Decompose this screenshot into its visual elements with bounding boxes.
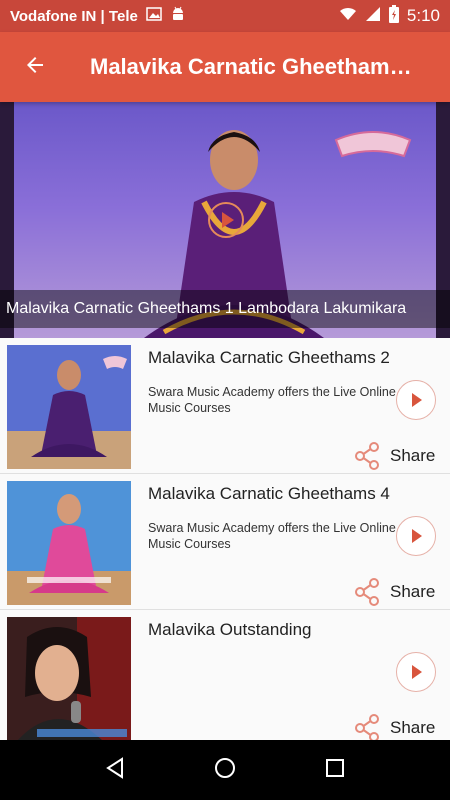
- share-icon: [355, 442, 379, 470]
- status-bar: Vodafone IN | Tele 5:10: [0, 0, 450, 32]
- nav-recents-button[interactable]: [323, 756, 347, 785]
- share-label: Share: [390, 446, 436, 465]
- signal-icon: [365, 6, 381, 27]
- featured-caption: Malavika Carnatic Gheethams 1 Lambodara …: [0, 290, 450, 328]
- play-button[interactable]: [396, 652, 436, 692]
- play-icon: [412, 393, 422, 407]
- page-title: Malavika Carnatic Gheethams 1 Lambodara …: [90, 54, 420, 79]
- back-arrow-icon: [23, 53, 47, 82]
- android-icon: [170, 6, 186, 26]
- play-icon: [208, 202, 244, 238]
- share-label: Share: [390, 718, 436, 737]
- carrier-name: Vodafone IN | Tele: [10, 7, 138, 25]
- video-thumbnail: [7, 481, 131, 605]
- share-button[interactable]: Share: [354, 578, 435, 606]
- share-button[interactable]: Share: [354, 442, 435, 470]
- share-icon: [355, 714, 379, 740]
- circle-home-icon: [215, 757, 235, 778]
- play-icon: [412, 665, 422, 679]
- nav-home-button[interactable]: [213, 756, 237, 785]
- play-button[interactable]: [396, 380, 436, 420]
- video-title: Malavika Carnatic Gheethams 4: [148, 484, 390, 503]
- featured-video[interactable]: Malavika Carnatic Gheethams 1 Lambodara …: [0, 102, 450, 338]
- video-list: Malavika Carnatic Gheethams 2 Swara Musi…: [0, 338, 450, 740]
- back-button[interactable]: [0, 32, 70, 102]
- video-title: Malavika Outstanding: [148, 620, 312, 639]
- share-icon: [355, 578, 379, 606]
- battery-icon: [388, 4, 399, 28]
- app-bar: Malavika Carnatic Gheethams 1 Lambodara …: [0, 32, 450, 102]
- list-item[interactable]: Malavika Carnatic Gheethams 4 Swara Musi…: [0, 474, 450, 610]
- play-button[interactable]: [396, 516, 436, 556]
- square-recents-icon: [326, 758, 344, 777]
- video-description: Swara Music Academy offers the Live Onli…: [148, 385, 396, 415]
- triangle-back-icon: [106, 756, 123, 779]
- academy-logo: [334, 131, 412, 158]
- video-title: Malavika Carnatic Gheethams 2: [148, 348, 390, 367]
- nav-back-button[interactable]: [103, 756, 127, 785]
- wifi-icon: [339, 6, 357, 26]
- list-item[interactable]: Malavika Outstanding Share: [0, 610, 450, 740]
- image-icon: [146, 7, 162, 25]
- system-nav-bar: [0, 740, 450, 800]
- share-button[interactable]: Share: [354, 714, 435, 740]
- clock: 5:10: [406, 6, 440, 25]
- share-label: Share: [390, 582, 436, 601]
- play-icon: [412, 529, 422, 543]
- list-item[interactable]: Malavika Carnatic Gheethams 2 Swara Musi…: [0, 338, 450, 474]
- video-description: Swara Music Academy offers the Live Onli…: [148, 521, 396, 551]
- video-thumbnail: [7, 617, 131, 740]
- video-thumbnail: [7, 345, 131, 469]
